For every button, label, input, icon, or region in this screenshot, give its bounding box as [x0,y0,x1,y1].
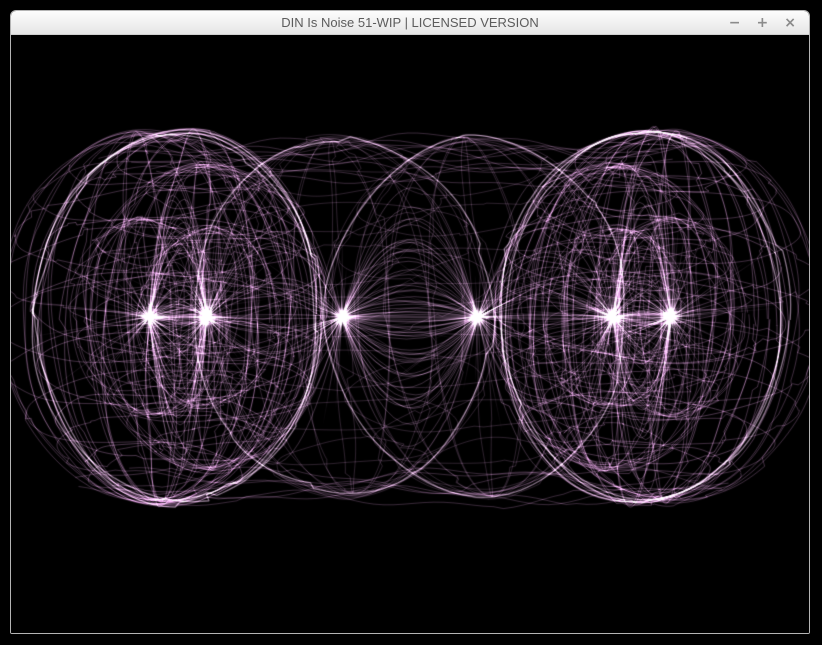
drone-visualization-canvas[interactable] [11,35,809,633]
visualization-area [11,35,809,633]
titlebar[interactable]: DIN Is Noise 51-WIP | LICENSED VERSION −… [11,11,809,35]
minimize-button[interactable]: − [729,16,741,30]
window-title: DIN Is Noise 51-WIP | LICENSED VERSION [11,11,809,34]
maximize-button[interactable]: + [757,16,769,30]
window-controls: − + × [729,11,796,34]
close-button[interactable]: × [784,16,796,30]
desktop-background: DIN Is Noise 51-WIP | LICENSED VERSION −… [0,0,822,645]
app-window: DIN Is Noise 51-WIP | LICENSED VERSION −… [10,10,810,634]
